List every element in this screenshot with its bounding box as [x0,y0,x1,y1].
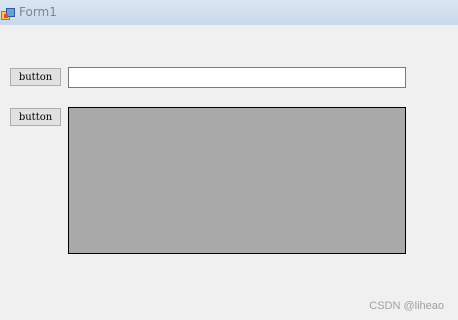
gray-panel [68,107,406,254]
form-app-icon [1,6,15,20]
title-bar[interactable]: Form1 [0,0,458,25]
watermark-text: CSDN @liheao [369,300,444,312]
bottom-button[interactable]: button [10,108,61,126]
text-input[interactable] [68,67,406,88]
top-button[interactable]: button [10,68,61,86]
form-window: Form1 button button CSDN @liheao [0,0,458,320]
window-title: Form1 [19,5,57,19]
